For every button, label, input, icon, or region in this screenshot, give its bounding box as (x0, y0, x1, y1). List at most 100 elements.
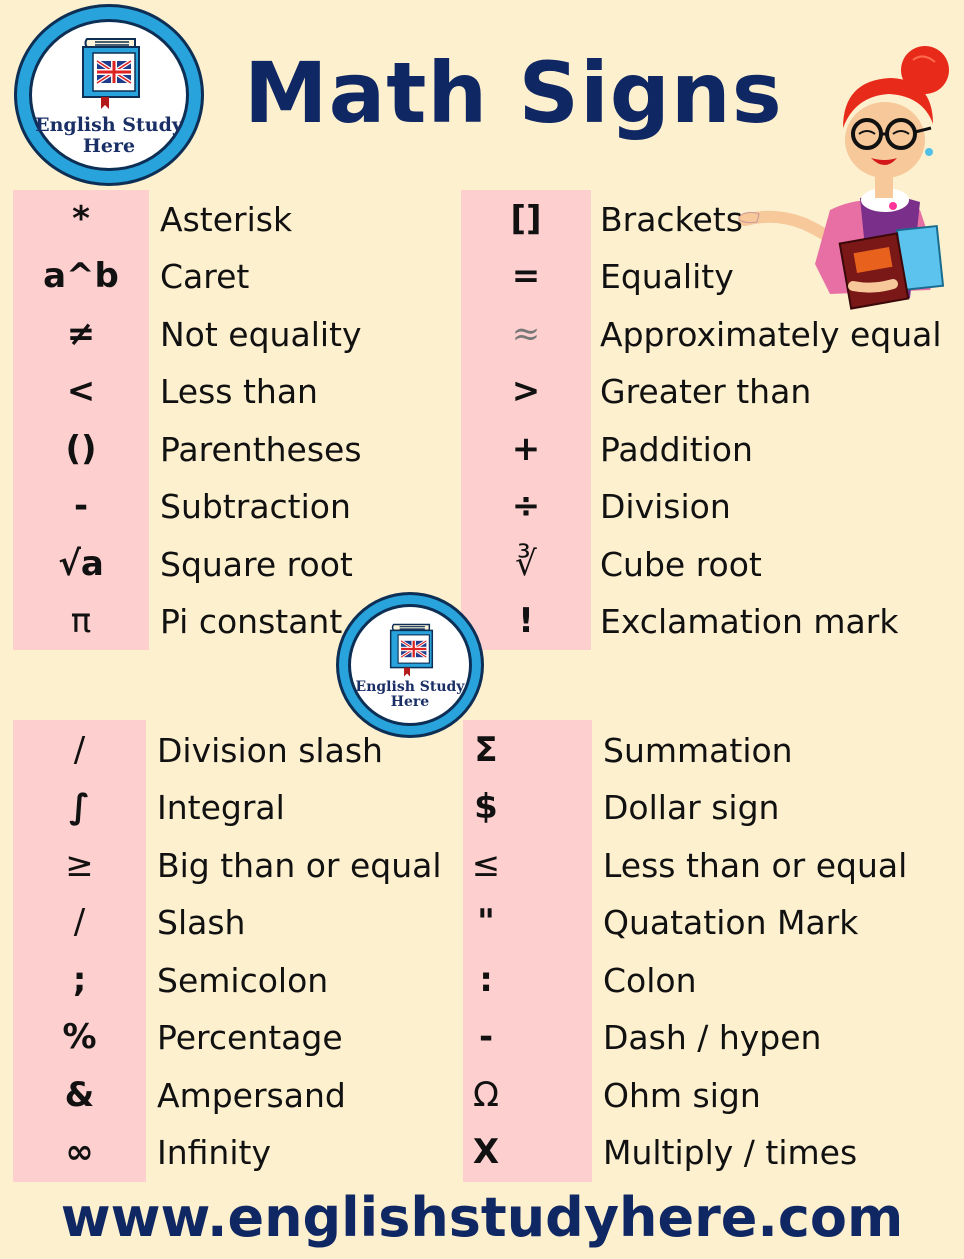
symbol: π (70, 601, 92, 641)
table-row: - Subtraction (13, 477, 453, 535)
symbol: $ (474, 787, 498, 827)
table-row: ≤ Less than or equal (463, 836, 963, 894)
logo-text-line2: Here (390, 694, 430, 710)
symbol-name: Summation (603, 730, 793, 770)
symbol: ∛ (515, 544, 537, 584)
table-row: & Ampersand (13, 1066, 453, 1124)
symbol: / (73, 730, 86, 770)
symbol-name: Paddition (600, 429, 753, 469)
symbol: - (73, 486, 89, 526)
table-row: < Less than (13, 362, 453, 420)
symbol-name: Percentage (157, 1017, 343, 1057)
symbol-name: Ampersand (157, 1075, 346, 1115)
table-row: Ω Ohm sign (463, 1066, 963, 1124)
symbol-name: Caret (160, 256, 250, 296)
table-row: a^b Caret (13, 247, 453, 305)
table-row: ≥ Big than or equal (13, 836, 453, 894)
footer-url[interactable]: www.englishstudyhere.com (0, 1186, 964, 1249)
symbol: > (511, 371, 541, 411)
symbol-name: Multiply / times (603, 1132, 858, 1172)
symbol: = (511, 256, 541, 296)
symbol-name: Subtraction (160, 486, 351, 526)
symbol: ! (518, 601, 534, 641)
table-row: ∞ Infinity (13, 1123, 453, 1181)
symbol-name: Equality (600, 256, 734, 296)
table-row: + Paddition (461, 420, 961, 478)
symbol: < (66, 371, 96, 411)
logo-text-line1: English Study (355, 678, 465, 695)
table-row: = Equality (461, 247, 961, 305)
symbol: ; (72, 960, 87, 1000)
symbol-name: Semicolon (157, 960, 329, 1000)
symbol-name: Infinity (157, 1132, 271, 1172)
symbol: Ω (473, 1075, 499, 1115)
site-logo: English Study Here (14, 4, 204, 186)
symbol-table-4: Σ Summation $ Dollar sign ≤ Less than or… (463, 720, 963, 1182)
logo-badge: English Study Here (348, 604, 472, 726)
table-row: ÷ Division (461, 477, 961, 535)
symbol: & (64, 1075, 95, 1115)
table-row: ∫ Integral (13, 778, 453, 836)
symbol: ÷ (511, 486, 541, 526)
table-row: ∛ Cube root (461, 535, 961, 593)
symbol-name: Division (600, 486, 731, 526)
symbol: : (479, 960, 493, 1000)
table-row: % Percentage (13, 1008, 453, 1066)
table-row: ; Semicolon (13, 951, 453, 1009)
table-row: [] Brackets (461, 190, 961, 248)
page-title: Math Signs (244, 44, 783, 142)
symbol-name: Division slash (157, 730, 383, 770)
symbol-name: Ohm sign (603, 1075, 761, 1115)
symbol: ≠ (66, 314, 96, 354)
symbol-name: Colon (603, 960, 697, 1000)
symbol: [] (510, 199, 542, 239)
symbol-name: Square root (160, 544, 353, 584)
table-row: ! Exclamation mark (461, 592, 961, 650)
symbol-name: Pi constant (160, 601, 343, 641)
symbol-table-1: * Asterisk a^b Caret ≠ Not equality < Le… (13, 190, 453, 650)
logo-text: English Study Here (355, 678, 465, 711)
table-row: : Colon (463, 951, 963, 1009)
table-row: X Multiply / times (463, 1123, 963, 1181)
table-row: Σ Summation (463, 721, 963, 779)
symbol: () (65, 429, 97, 469)
table-row: √a Square root (13, 535, 453, 593)
symbol-name: Less than (160, 371, 318, 411)
table-row: - Dash / hypen (463, 1008, 963, 1066)
table-row: () Parentheses (13, 420, 453, 478)
symbol-name: Not equality (160, 314, 362, 354)
logo-text-line2: Here (82, 135, 136, 157)
symbol: ≥ (65, 845, 94, 885)
symbol-table-2: [] Brackets = Equality ≈ Approximately e… (461, 190, 961, 650)
table-row: $ Dollar sign (463, 778, 963, 836)
table-row: ≈ Approximately equal (461, 305, 961, 363)
symbol: " (477, 902, 495, 942)
symbol-name: Asterisk (160, 199, 293, 239)
book-with-uk-flag-icon (389, 623, 434, 677)
symbol: + (511, 429, 541, 469)
logo-text: English Study Here (35, 115, 183, 157)
symbol: X (472, 1132, 500, 1172)
symbol-name: Quatation Mark (603, 902, 859, 942)
symbol-name: Less than or equal (603, 845, 908, 885)
symbol: Σ (474, 730, 498, 770)
symbol: √a (58, 544, 104, 584)
symbol: ≈ (511, 314, 541, 354)
symbol-name: Parentheses (160, 429, 362, 469)
symbol-table-3: / Division slash ∫ Integral ≥ Big than o… (13, 720, 453, 1182)
logo-badge: English Study Here (29, 19, 189, 171)
symbol-name: Dollar sign (603, 787, 780, 827)
table-row: ≠ Not equality (13, 305, 453, 363)
symbol-name: Approximately equal (600, 314, 942, 354)
symbol: a^b (43, 256, 119, 296)
symbol: ≤ (471, 845, 501, 885)
symbol-name: Integral (157, 787, 285, 827)
symbol-name: Greater than (600, 371, 812, 411)
symbol-name: Brackets (600, 199, 743, 239)
table-row: / Slash (13, 893, 453, 951)
book-with-uk-flag-icon (82, 38, 140, 110)
symbol-name: Dash / hypen (603, 1017, 822, 1057)
symbol: / (73, 902, 86, 942)
symbol: ∫ (69, 787, 90, 827)
symbol: - (478, 1017, 494, 1057)
